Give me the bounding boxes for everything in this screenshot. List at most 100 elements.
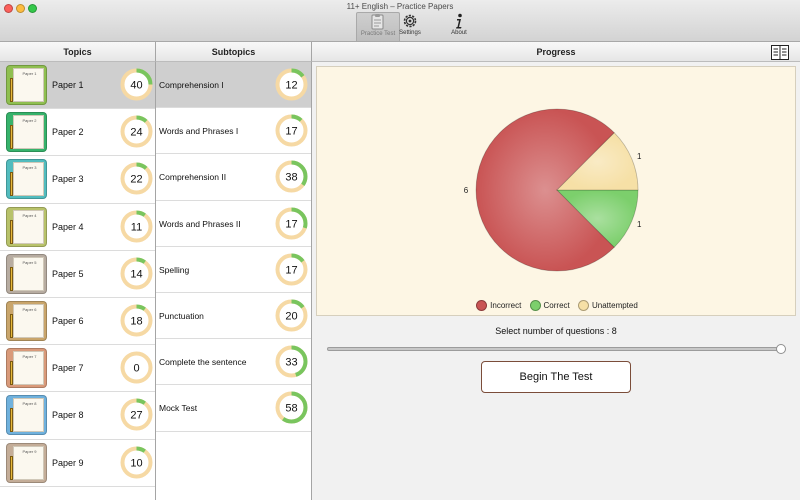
topic-score-ring: 11 [120, 210, 153, 243]
topic-item[interactable]: Paper 1 Paper 1 40 [0, 62, 155, 110]
pencil-icon [10, 125, 13, 150]
pencil-icon [10, 408, 13, 433]
slider-thumb[interactable] [776, 344, 786, 354]
pencil-icon [10, 455, 13, 480]
paper-thumbnail-label: Paper 9 [22, 448, 37, 454]
topic-score-ring: 22 [120, 162, 153, 195]
pie-value-label: 1 [637, 152, 642, 161]
subtopic-item[interactable]: Punctuation 20 [156, 293, 311, 340]
topics-header: Topics [0, 42, 156, 62]
info-icon [456, 13, 462, 29]
subtopic-item[interactable]: Comprehension II 38 [156, 154, 311, 201]
ring-count: 12 [285, 80, 297, 92]
paper-sheet: Paper 5 [13, 256, 44, 291]
paper-thumbnail-label: Paper 2 [22, 118, 37, 124]
subtopic-score-ring: 38 [275, 160, 308, 193]
paper-thumbnail-label: Paper 7 [22, 354, 37, 360]
practice-test-icon [371, 14, 384, 30]
subtopic-label: Words and Phrases I [159, 126, 239, 137]
toolbar-label: About [451, 30, 467, 36]
paper-sheet: Paper 6 [13, 304, 44, 338]
subtopic-label: Mock Test [159, 403, 198, 414]
toolbar-label: Settings [399, 30, 421, 36]
topic-item[interactable]: Paper 5 Paper 5 14 [0, 251, 155, 298]
topic-item[interactable]: Paper 7 Paper 7 0 [0, 345, 155, 393]
subtopic-score-ring: 17 [275, 253, 308, 286]
ring-count: 10 [130, 457, 142, 469]
topic-label: Paper 3 [52, 174, 84, 185]
topics-list: Paper 1 Paper 1 40 Paper 2 Paper 2 24 Paper 3P… [0, 62, 156, 500]
topic-item[interactable]: Paper 4 Paper 4 11 [0, 204, 155, 251]
subtopics-header: Subtopics [156, 42, 312, 62]
topic-label: Paper 4 [52, 221, 84, 232]
paper-thumbnail: Paper 1 [6, 65, 47, 105]
subtopics-list: Comprehension I 12 Words and Phrases I 17 Co… [156, 62, 312, 500]
toolbar-settings[interactable]: Settings [388, 12, 432, 41]
progress-header: Progress [312, 42, 800, 62]
legend-item-incorrect: Incorrect [476, 300, 521, 311]
topic-item[interactable]: Paper 2 Paper 2 24 [0, 109, 155, 157]
pie-value-label: 6 [464, 186, 469, 195]
paper-sheet: Paper 9 [13, 445, 44, 480]
topic-item[interactable]: Paper 8 Paper 8 27 [0, 392, 155, 440]
subtopic-score-ring: 58 [275, 391, 308, 424]
subtopic-score-ring: 17 [275, 114, 308, 147]
ring-count: 22 [130, 174, 142, 186]
subtopic-label: Comprehension II [159, 172, 227, 183]
legend-item-correct: Correct [529, 300, 570, 311]
window-title: 11+ English – Practice Papers [346, 2, 454, 11]
topic-label: Paper 8 [52, 410, 84, 421]
ring-count: 24 [130, 127, 142, 139]
paper-sheet: Paper 1 [13, 68, 44, 102]
begin-test-button[interactable]: Begin The Test [481, 361, 631, 393]
legend-swatch [529, 300, 541, 311]
topic-label: Paper 7 [52, 363, 84, 374]
paper-sheet: Paper 7 [13, 351, 44, 386]
pie-value-label: 1 [637, 220, 642, 229]
ring-count: 14 [130, 268, 142, 280]
progress-chart: 6 1 1 Incorrect Correct Unattempted [316, 66, 796, 316]
subtopic-item[interactable]: Comprehension I 12 [156, 62, 311, 109]
paper-thumbnail-label: Paper 1 [22, 71, 37, 76]
topic-item[interactable]: Paper 3 Paper 3 22 [0, 156, 155, 204]
topic-score-ring: 0 [120, 351, 153, 384]
paper-thumbnail: Paper 4 [6, 206, 47, 247]
subtopic-score-ring: 17 [275, 207, 308, 240]
app-window: 11+ English – Practice Papers Practice T… [0, 0, 800, 500]
paper-thumbnail: Paper 3 [6, 159, 47, 200]
topic-item[interactable]: Paper 6 Paper 6 18 [0, 298, 155, 346]
subtopic-item[interactable]: Mock Test 58 [156, 385, 311, 432]
legend-item-unattempted: Unattempted [578, 300, 638, 311]
paper-thumbnail-label: Paper 5 [22, 259, 37, 265]
paper-thumbnail-label: Paper 6 [22, 307, 37, 312]
subtopic-item[interactable]: Words and Phrases I 17 [156, 108, 311, 155]
ring-count: 17 [285, 126, 297, 138]
subtopic-item[interactable]: Complete the sentence 33 [156, 339, 311, 386]
topic-score-ring: 27 [120, 398, 153, 431]
subtopic-item[interactable]: Words and Phrases II 17 [156, 201, 311, 247]
topic-label: Paper 5 [52, 268, 84, 279]
paper-thumbnail: Paper 7 [6, 348, 47, 389]
topic-label: Paper 2 [52, 127, 84, 138]
ring-count: 18 [130, 316, 142, 328]
ring-count: 58 [285, 403, 297, 415]
paper-thumbnail-label: Paper 4 [22, 212, 37, 218]
paper-thumbnail-label: Paper 8 [22, 401, 37, 407]
book-icon[interactable] [771, 45, 789, 60]
ring-count: 11 [131, 221, 142, 233]
subtopic-score-ring: 12 [275, 68, 308, 101]
question-count-slider[interactable] [327, 347, 783, 351]
topic-item[interactable]: Paper 9 Paper 9 10 [0, 440, 155, 487]
topic-label: Paper 9 [52, 457, 84, 468]
subtopic-item[interactable]: Spelling 17 [156, 247, 311, 293]
topic-score-ring: 10 [120, 446, 153, 479]
paper-thumbnail-label: Paper 3 [22, 165, 37, 171]
pencil-icon [10, 219, 13, 244]
legend-label: Unattempted [592, 301, 638, 310]
subtopic-label: Comprehension I [159, 80, 224, 90]
topic-score-ring: 40 [120, 68, 153, 101]
ring-count: 20 [285, 311, 297, 323]
toolbar-about[interactable]: About [437, 12, 481, 41]
subtopic-label: Punctuation [159, 311, 204, 321]
paper-thumbnail: Paper 5 [6, 253, 47, 294]
